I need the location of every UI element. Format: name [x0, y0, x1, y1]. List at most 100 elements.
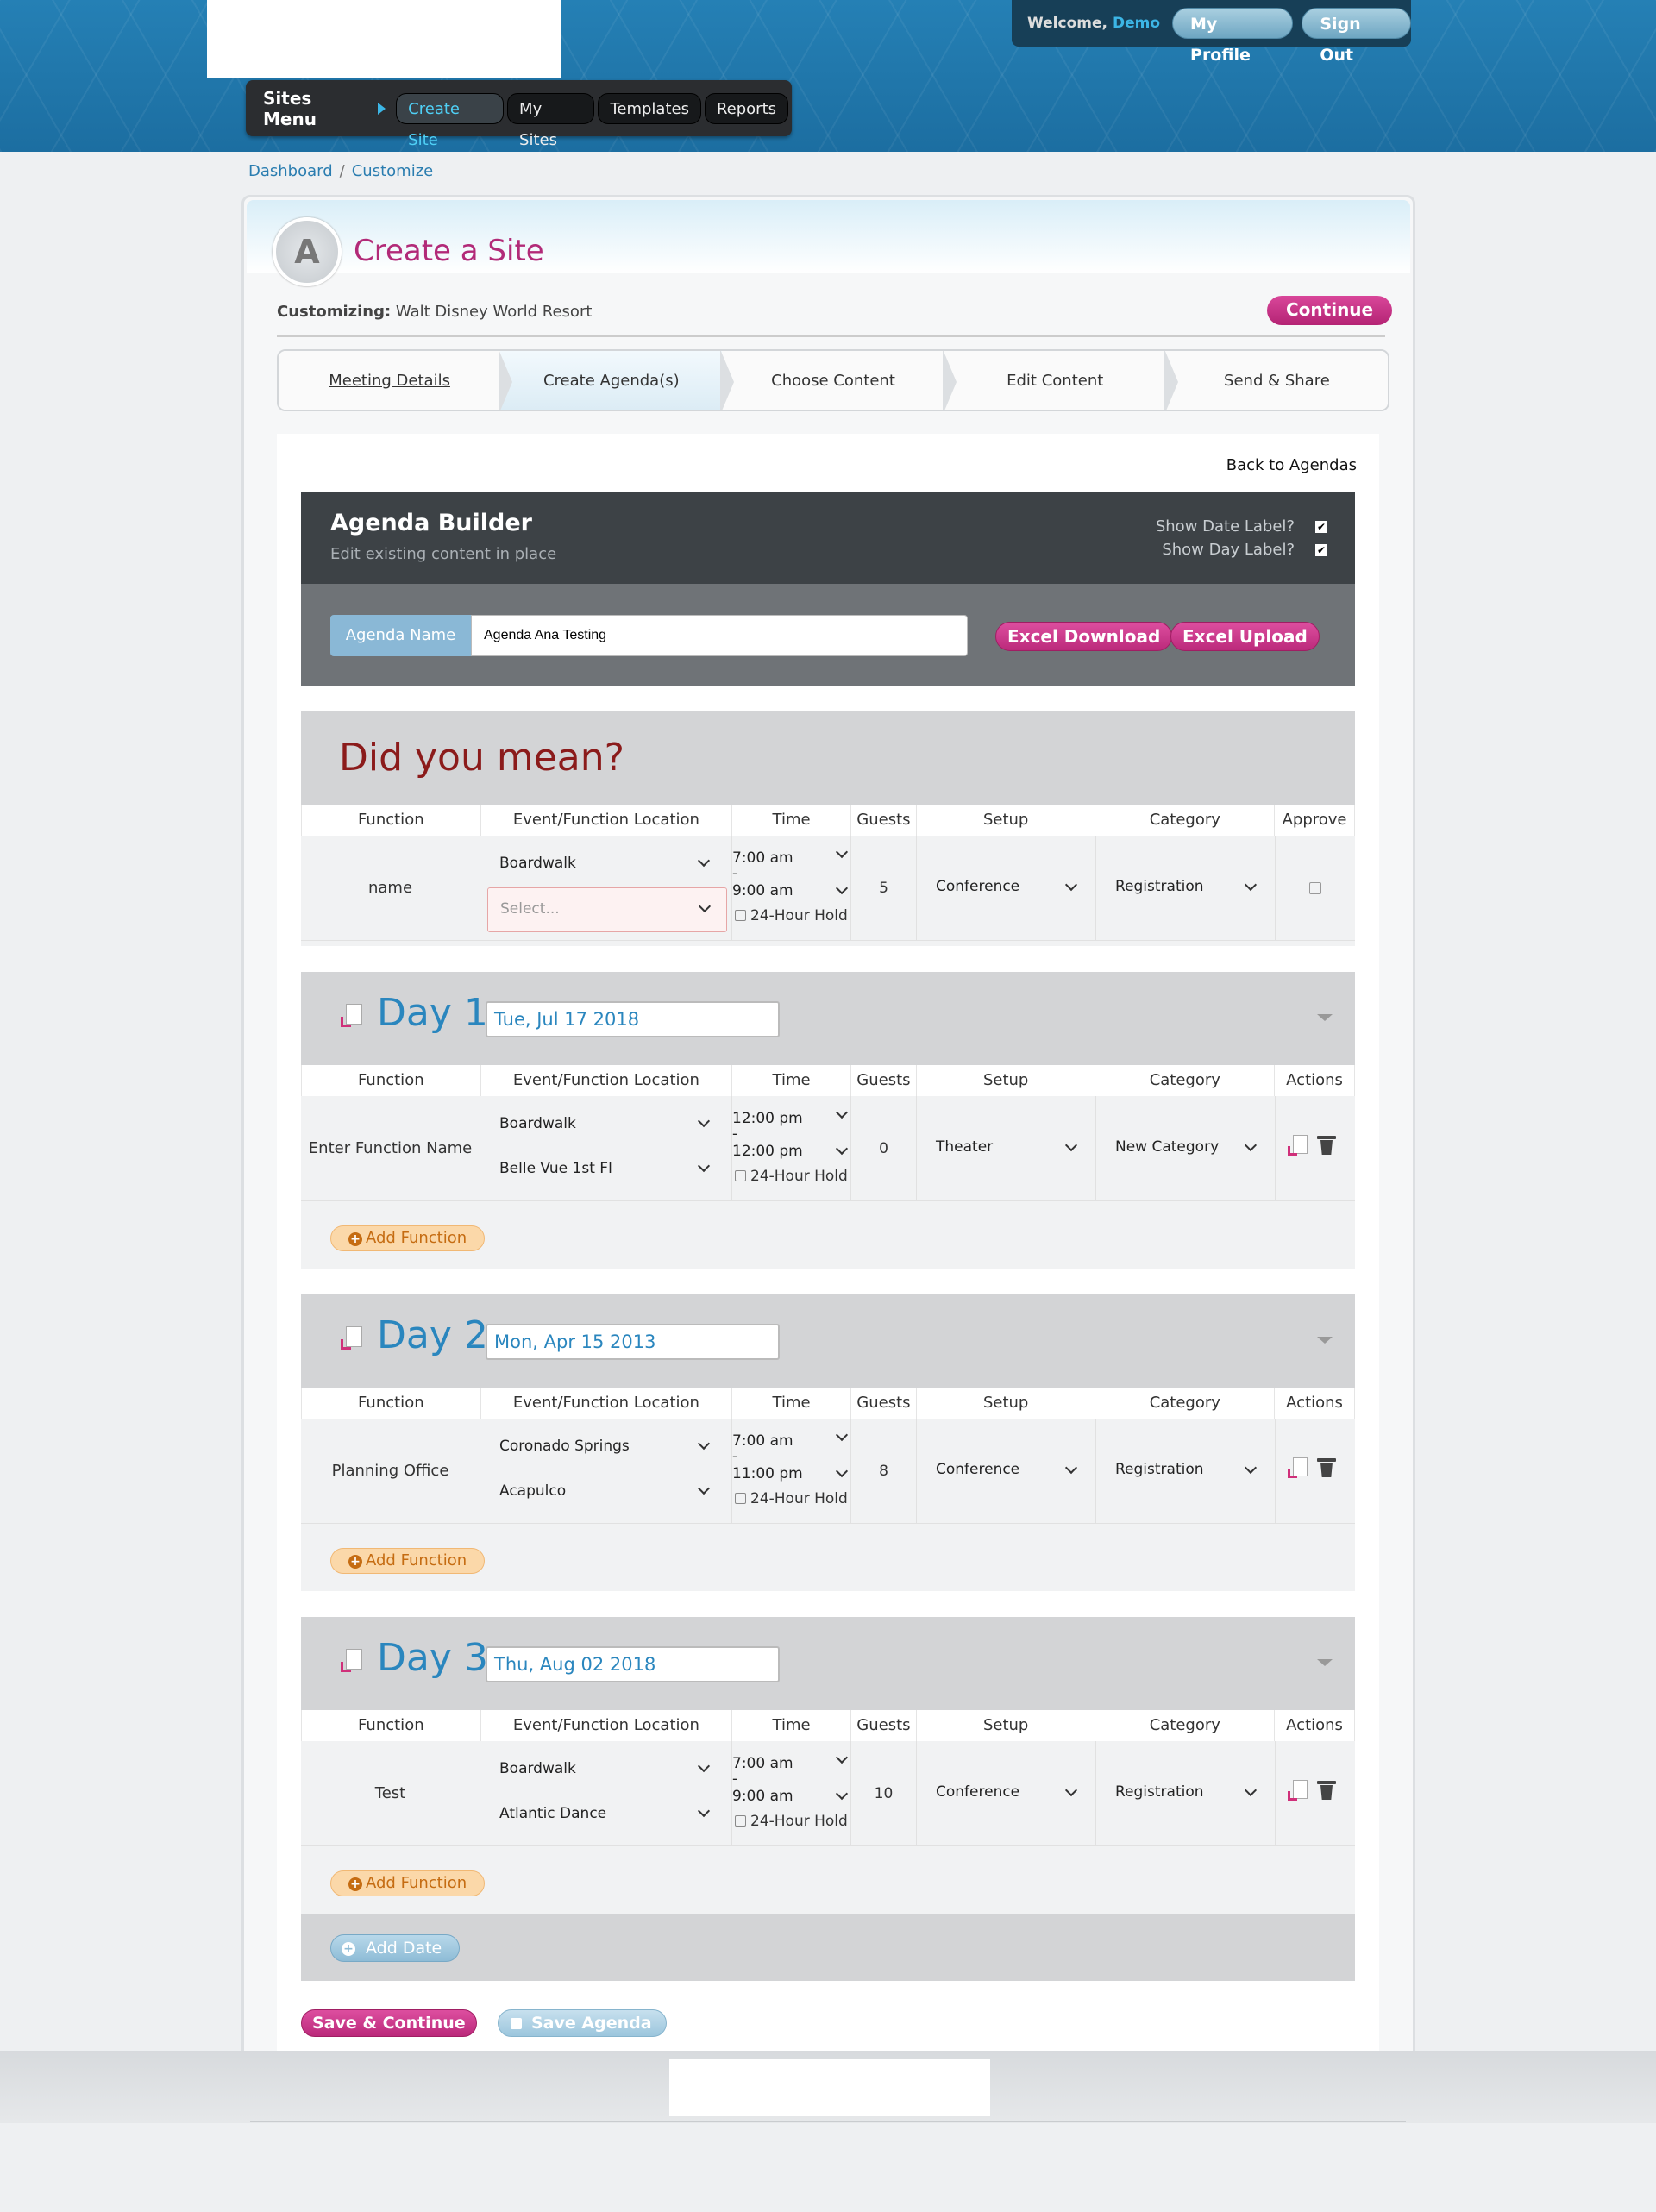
menu-reports[interactable]: Reports — [704, 92, 789, 124]
hold-label: 24-Hour Hold — [750, 1168, 848, 1185]
hold-checkbox[interactable] — [735, 1815, 746, 1827]
copy-day-icon[interactable] — [341, 1649, 363, 1675]
menu-my-sites[interactable]: My Sites — [507, 92, 595, 149]
trash-icon[interactable] — [1317, 1458, 1336, 1477]
footer-band — [0, 2051, 1656, 2123]
start-time-select[interactable]: 12:00 pm — [732, 1110, 803, 1127]
setup-cell: Conference — [917, 1419, 1096, 1523]
guests-value[interactable]: 10 — [851, 1741, 917, 1845]
approve-checkbox[interactable] — [1309, 881, 1321, 894]
hold-option[interactable]: 24-Hour Hold — [735, 1490, 848, 1507]
category-select[interactable]: New Category — [1115, 1138, 1219, 1156]
show-date-checkbox[interactable]: ✔ — [1315, 521, 1327, 533]
save-continue-button[interactable]: Save & Continue — [301, 2009, 477, 2037]
sublocation-select[interactable]: Acapulco — [499, 1482, 566, 1500]
back-to-agendas-link[interactable]: Back to Agendas — [1226, 456, 1357, 474]
sites-menu-title: Sites Menu — [263, 87, 317, 129]
label-options: Show Date Label? ✔ Show Day Label? ✔ — [1156, 515, 1327, 561]
guests-value[interactable]: 0 — [851, 1096, 917, 1200]
setup-select[interactable]: Conference — [936, 1783, 1019, 1801]
add-function-button[interactable]: + Add Function — [330, 1548, 486, 1574]
step-label: Send & Share — [1224, 371, 1330, 390]
step-create-agendas[interactable]: Create Agenda(s) — [500, 351, 735, 410]
sublocation-placeholder: Select... — [500, 900, 560, 918]
add-date-button[interactable]: + Add Date — [330, 1934, 461, 1962]
start-time-select[interactable]: 7:00 am — [732, 849, 794, 867]
hold-label: 24-Hour Hold — [750, 907, 848, 924]
copy-function-icon[interactable] — [1288, 1135, 1308, 1157]
start-time-select[interactable]: 7:00 am — [732, 1755, 794, 1772]
add-function-label: Add Function — [366, 1551, 467, 1570]
chevron-down-icon — [835, 1106, 849, 1119]
excel-upload-button[interactable]: Excel Upload — [1170, 622, 1320, 651]
sublocation-select[interactable]: Belle Vue 1st Fl — [499, 1160, 612, 1177]
end-time-select[interactable]: 11:00 pm — [732, 1465, 803, 1482]
end-time-select[interactable]: 12:00 pm — [732, 1143, 803, 1160]
guests-value[interactable]: 5 — [851, 836, 917, 940]
step-choose-content[interactable]: Choose Content — [722, 351, 957, 410]
step-send-share[interactable]: Send & Share — [1165, 351, 1388, 410]
breadcrumb-customize[interactable]: Customize — [352, 162, 433, 180]
start-time-select[interactable]: 7:00 am — [732, 1432, 794, 1450]
hold-checkbox[interactable] — [735, 1170, 746, 1181]
trash-icon[interactable] — [1317, 1781, 1336, 1800]
day-date-input[interactable]: Thu, Aug 02 2018 — [486, 1646, 780, 1682]
agenda-name-input[interactable]: Agenda Ana Testing — [471, 615, 968, 656]
end-time-select[interactable]: 9:00 am — [732, 882, 794, 899]
day-date-input[interactable]: Tue, Jul 17 2018 — [486, 1001, 780, 1037]
sublocation-select[interactable]: Atlantic Dance — [499, 1805, 606, 1822]
excel-download-button[interactable]: Excel Download — [995, 622, 1173, 651]
end-time-select[interactable]: 9:00 am — [732, 1788, 794, 1805]
hold-checkbox[interactable] — [735, 910, 746, 921]
setup-select[interactable]: Conference — [936, 1461, 1019, 1478]
continue-button[interactable]: Continue — [1267, 296, 1393, 325]
show-day-checkbox[interactable]: ✔ — [1315, 544, 1327, 556]
add-function-button[interactable]: + Add Function — [330, 1225, 486, 1251]
category-select[interactable]: Registration — [1115, 878, 1204, 895]
user-name-link[interactable]: Demo — [1113, 15, 1160, 32]
copy-function-icon[interactable] — [1288, 1780, 1308, 1802]
location-select[interactable]: Boardwalk — [499, 1115, 576, 1132]
col-location: Event/Function Location — [481, 1065, 733, 1096]
category-select[interactable]: Registration — [1115, 1461, 1204, 1478]
chevron-down-icon — [1244, 1461, 1258, 1475]
function-name[interactable]: name — [301, 836, 480, 940]
breadcrumb-dashboard[interactable]: Dashboard — [248, 162, 333, 180]
collapse-icon[interactable] — [1317, 1014, 1333, 1021]
time-cell: 12:00 pm - 12:00 pm 24-Hour Hold — [732, 1096, 851, 1200]
trash-icon[interactable] — [1317, 1136, 1336, 1155]
logo[interactable] — [207, 0, 561, 78]
function-name[interactable]: Enter Function Name — [301, 1096, 480, 1200]
location-select[interactable]: Boardwalk — [499, 855, 576, 872]
function-name[interactable]: Planning Office — [301, 1419, 480, 1523]
guests-value[interactable]: 8 — [851, 1419, 917, 1523]
step-meeting-details[interactable]: Meeting Details — [279, 351, 513, 410]
add-function-button[interactable]: + Add Function — [330, 1870, 486, 1896]
step-edit-content[interactable]: Edit Content — [944, 351, 1179, 410]
add-function-label: Add Function — [366, 1874, 467, 1892]
collapse-icon[interactable] — [1317, 1337, 1333, 1344]
page-title: Create a Site — [354, 234, 544, 268]
sign-out-button[interactable]: Sign Out — [1302, 8, 1411, 65]
sublocation-select[interactable]: Select... — [487, 887, 727, 932]
function-name[interactable]: Test — [301, 1741, 480, 1845]
save-agenda-button[interactable]: Save Agenda — [498, 2009, 667, 2037]
hold-option[interactable]: 24-Hour Hold — [735, 1813, 848, 1830]
collapse-icon[interactable] — [1317, 1659, 1333, 1666]
setup-select[interactable]: Theater — [936, 1138, 993, 1156]
copy-day-icon[interactable] — [341, 1326, 363, 1352]
table-row: Planning Office Coronado Springs Acapulc… — [301, 1419, 1355, 1524]
menu-create-site[interactable]: Create Site — [396, 92, 505, 149]
menu-templates[interactable]: Templates — [598, 92, 701, 124]
hold-checkbox[interactable] — [735, 1493, 746, 1504]
hold-option[interactable]: 24-Hour Hold — [735, 1168, 848, 1185]
hold-option[interactable]: 24-Hour Hold — [735, 907, 848, 924]
location-select[interactable]: Coronado Springs — [499, 1438, 630, 1455]
location-select[interactable]: Boardwalk — [499, 1760, 576, 1777]
setup-select[interactable]: Conference — [936, 878, 1019, 895]
day-date-input[interactable]: Mon, Apr 15 2013 — [486, 1324, 780, 1360]
my-profile-button[interactable]: My Profile — [1172, 8, 1294, 65]
category-select[interactable]: Registration — [1115, 1783, 1204, 1801]
copy-function-icon[interactable] — [1288, 1457, 1308, 1480]
copy-day-icon[interactable] — [341, 1004, 363, 1030]
